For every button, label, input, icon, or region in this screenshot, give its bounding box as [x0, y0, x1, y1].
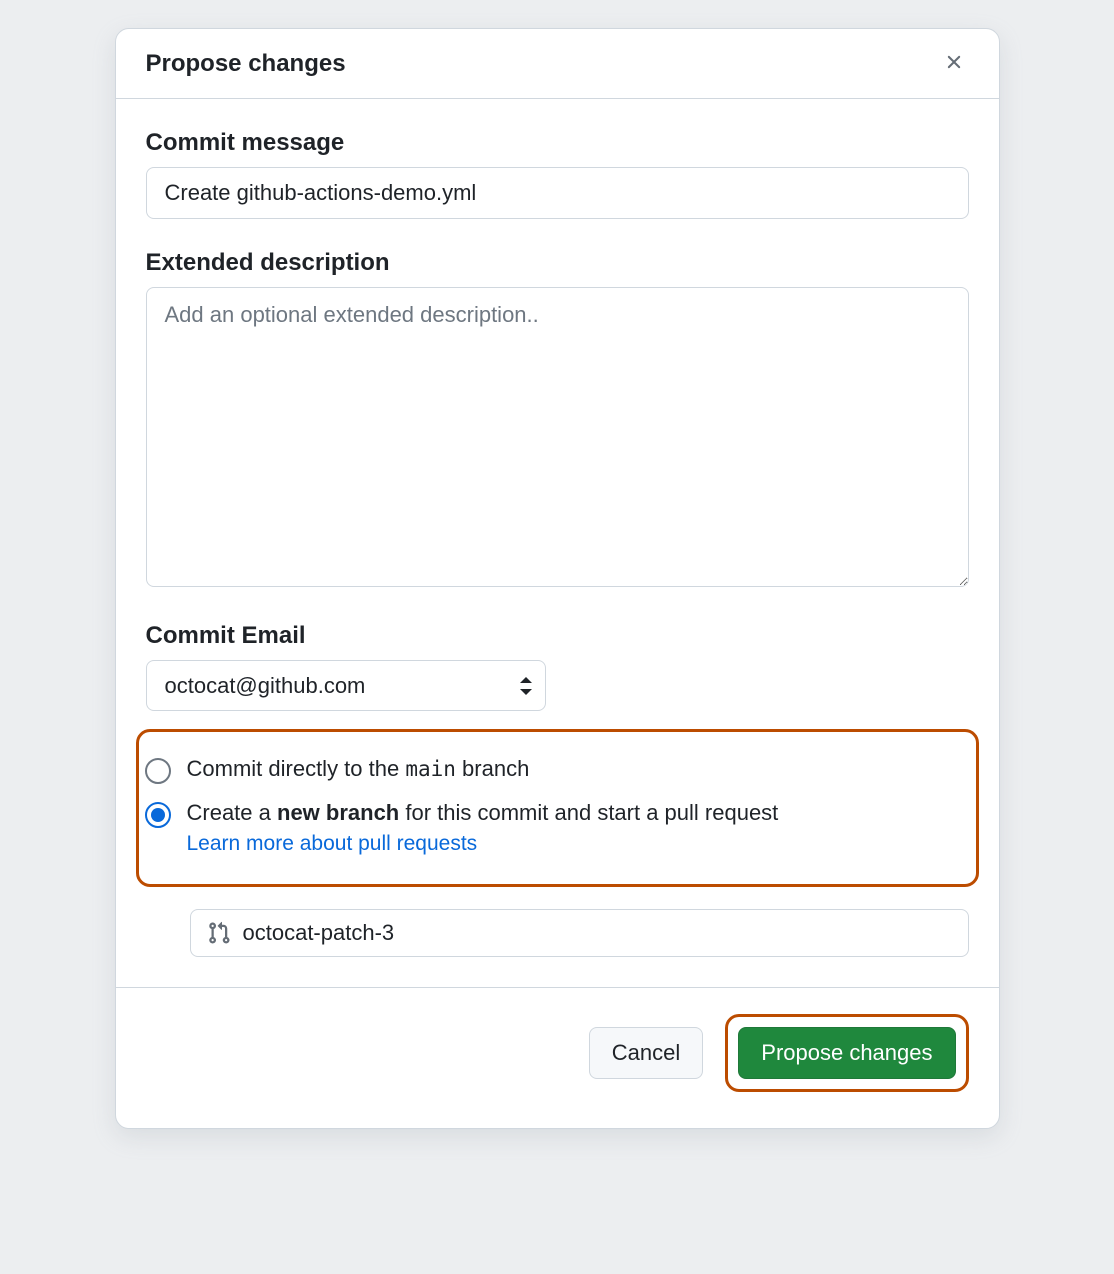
radio-new-branch-label: Create a new branch for this commit and …: [187, 800, 779, 826]
learn-more-link[interactable]: Learn more about pull requests: [187, 832, 779, 856]
dialog-title: Propose changes: [146, 50, 346, 78]
propose-changes-button[interactable]: Propose changes: [738, 1027, 955, 1079]
commit-email-select-wrap: octocat@github.com: [146, 660, 546, 711]
extended-description-input[interactable]: [146, 287, 969, 587]
propose-button-highlight: Propose changes: [725, 1014, 968, 1092]
commit-email-group: Commit Email octocat@github.com: [146, 622, 969, 711]
radio-direct-label: Commit directly to the main branch: [187, 756, 530, 782]
extended-description-group: Extended description: [146, 249, 969, 592]
dialog-header: Propose changes: [116, 29, 999, 99]
dialog-footer: Cancel Propose changes: [116, 987, 999, 1128]
close-button[interactable]: [939, 47, 969, 80]
dialog-body: Commit message Extended description Comm…: [116, 99, 999, 987]
radio-icon-unchecked: [145, 758, 171, 784]
branch-name-input[interactable]: [243, 920, 952, 946]
commit-message-label: Commit message: [146, 129, 969, 157]
radio-create-branch[interactable]: Create a new branch for this commit and …: [145, 792, 970, 864]
git-pull-request-icon: [207, 921, 231, 945]
close-icon: [943, 51, 965, 76]
commit-message-input[interactable]: [146, 167, 969, 219]
propose-changes-dialog: Propose changes Commit message Extended …: [115, 28, 1000, 1129]
commit-target-highlight: Commit directly to the main branch Creat…: [136, 729, 979, 887]
commit-email-label: Commit Email: [146, 622, 969, 650]
commit-email-select[interactable]: octocat@github.com: [146, 660, 546, 711]
commit-message-group: Commit message: [146, 129, 969, 219]
radio-commit-direct[interactable]: Commit directly to the main branch: [145, 748, 970, 792]
cancel-button[interactable]: Cancel: [589, 1027, 703, 1079]
branch-name-input-wrap: [190, 909, 969, 957]
extended-description-label: Extended description: [146, 249, 969, 277]
radio-icon-checked: [145, 802, 171, 828]
